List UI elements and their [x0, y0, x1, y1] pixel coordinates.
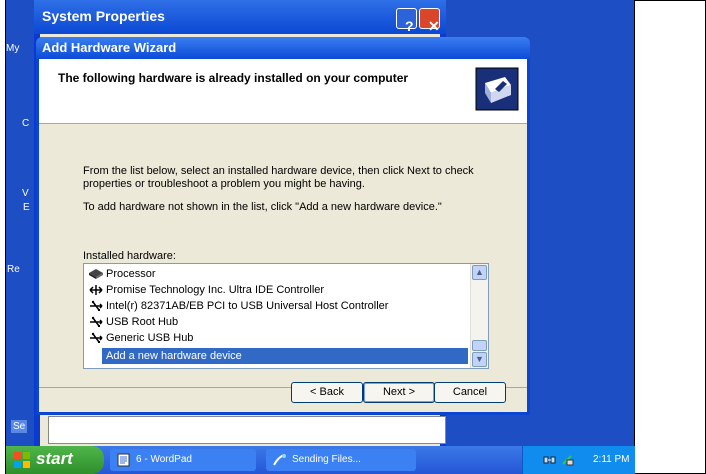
system-properties-titlebar[interactable]: System Properties ? ✕: [34, 0, 446, 34]
list-item[interactable]: Promise Technology Inc. Ultra IDE Contro…: [88, 282, 468, 298]
scroll-up-button[interactable]: ▲: [472, 265, 487, 280]
ide-controller-icon: [89, 285, 103, 296]
network-icon[interactable]: [543, 454, 556, 466]
sending-files-icon: [273, 454, 286, 466]
list-item-label: Processor: [106, 268, 156, 280]
scroll-down-button[interactable]: ▼: [472, 352, 487, 367]
processor-icon: [89, 269, 103, 280]
wordpad-icon: [117, 453, 130, 467]
list-item[interactable]: Processor: [88, 266, 468, 282]
taskbar-item-label: Sending Files...: [292, 454, 361, 465]
help-button[interactable]: ?: [396, 8, 417, 34]
list-item-label: Intel(r) 82371AB/EB PCI to USB Universal…: [106, 300, 389, 312]
system-properties-bottom-panel: [48, 416, 446, 444]
desktop-icon-label-my[interactable]: My: [6, 43, 19, 54]
scroll-thumb[interactable]: [472, 340, 487, 351]
wizard-body: The following hardware is already instal…: [39, 59, 527, 412]
taskbar-item-sending-files[interactable]: Sending Files...: [266, 449, 416, 471]
list-item-label: Promise Technology Inc. Ultra IDE Contro…: [106, 284, 325, 296]
list-item[interactable]: Intel(r) 82371AB/EB PCI to USB Universal…: [88, 298, 468, 314]
right-divider-line: [634, 0, 635, 474]
cancel-button[interactable]: Cancel: [434, 382, 506, 403]
chevron-down-icon: ▼: [475, 354, 484, 364]
system-tray: 2:11 PM: [522, 446, 635, 474]
start-label: start: [36, 449, 73, 468]
installed-hardware-list[interactable]: Processor Promise Technology Inc. Ultra …: [83, 263, 489, 369]
desktop-icon-label-v[interactable]: V: [22, 188, 29, 199]
desktop-icon-label-e[interactable]: E: [23, 202, 30, 213]
wizard-heading: The following hardware is already instal…: [58, 71, 409, 85]
next-button[interactable]: Next >: [363, 382, 435, 403]
wizard-titlebar[interactable]: Add Hardware Wizard: [36, 37, 530, 59]
usb-icon: [90, 316, 103, 328]
list-item-label: USB Root Hub: [106, 316, 179, 328]
wizard-title: Add Hardware Wizard: [42, 40, 177, 55]
back-button[interactable]: < Back: [291, 382, 363, 403]
list-item-label: Generic USB Hub: [106, 332, 194, 344]
list-item-selected[interactable]: Add a new hardware device: [102, 348, 468, 364]
list-item[interactable]: USB Root Hub: [88, 314, 468, 330]
close-button[interactable]: ✕: [419, 8, 440, 34]
wizard-add-hint: To add hardware not shown in the list, c…: [83, 201, 442, 213]
start-button[interactable]: start: [6, 446, 104, 474]
usb-icon: [90, 332, 103, 344]
taskbar-item-label: 6 - WordPad: [136, 454, 192, 465]
safely-remove-hardware-icon[interactable]: [561, 454, 574, 466]
desktop: My C V E Re Se System Properties ? ✕ Add…: [6, 0, 634, 446]
windows-logo-icon: [14, 452, 30, 468]
usb-icon: [90, 300, 103, 312]
chevron-up-icon: ▲: [475, 267, 484, 277]
system-properties-title: System Properties: [42, 8, 165, 24]
installed-hardware-label: Installed hardware:: [83, 250, 176, 262]
clock[interactable]: 2:11 PM: [593, 454, 630, 465]
add-hardware-wizard: Add Hardware Wizard The following hardwa…: [36, 37, 530, 415]
wizard-header: The following hardware is already instal…: [39, 59, 527, 124]
taskbar: start 6 - WordPad Sending Files... 2:11 …: [6, 446, 635, 474]
taskbar-item-wordpad[interactable]: 6 - WordPad: [110, 449, 256, 471]
list-item[interactable]: Generic USB Hub: [88, 330, 468, 346]
desktop-icon-label-se[interactable]: Se: [11, 420, 28, 433]
desktop-icon-label-c[interactable]: C: [22, 118, 29, 129]
desktop-icon-label-re[interactable]: Re: [7, 264, 20, 275]
list-scrollbar[interactable]: ▲ ▼: [470, 264, 488, 368]
list-item-label: Add a new hardware device: [106, 350, 242, 362]
hardware-wizard-icon: [475, 67, 519, 111]
wizard-instructions: From the list below, select an installed…: [83, 165, 474, 190]
